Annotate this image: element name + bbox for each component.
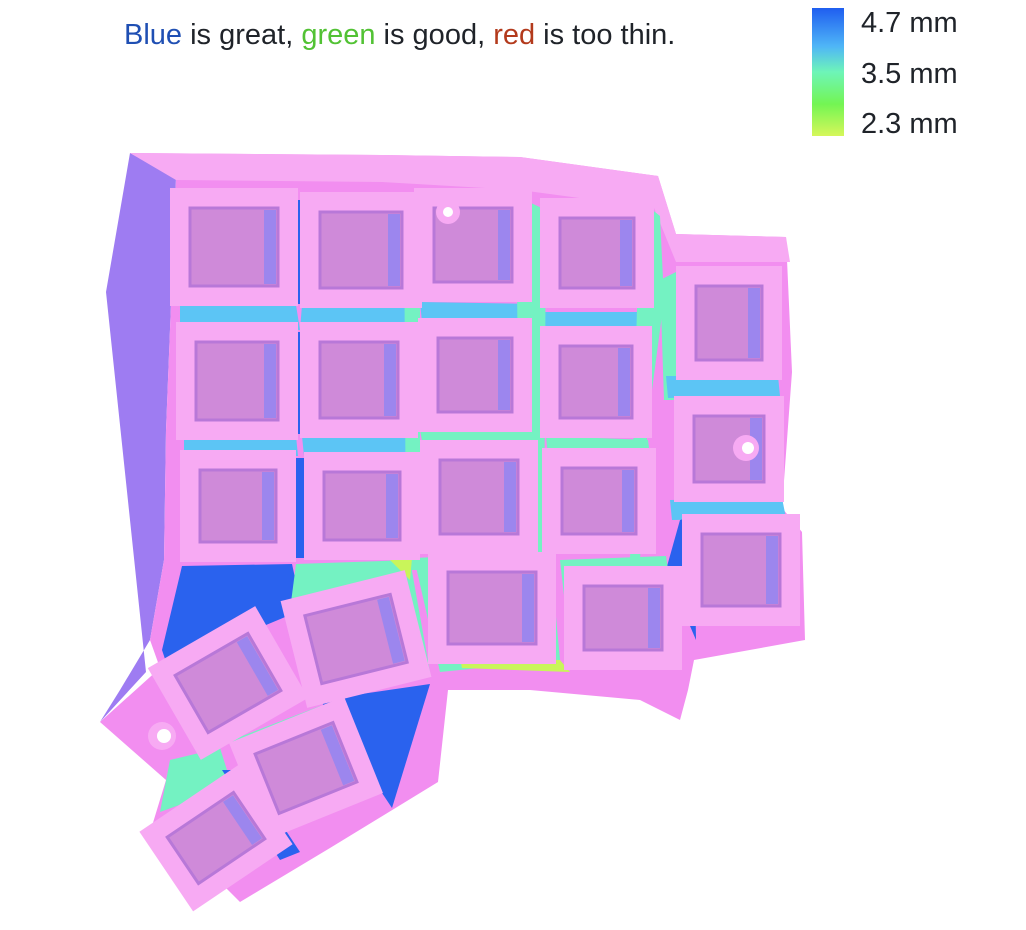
key-well <box>674 396 784 502</box>
key-well <box>418 318 532 432</box>
key-socket-lip <box>522 574 534 642</box>
screw-hole <box>742 442 754 454</box>
key-well <box>682 514 800 626</box>
key-well <box>420 440 538 554</box>
key-socket-lip <box>498 210 510 280</box>
key-well <box>300 322 418 438</box>
key-well <box>180 450 296 562</box>
key-socket-lip <box>264 344 276 418</box>
key-socket-lip <box>648 588 660 648</box>
key-well <box>542 448 656 554</box>
screw-hole <box>157 729 171 743</box>
key-well <box>540 198 654 308</box>
screw-hole <box>443 207 453 217</box>
key-socket-lip <box>262 472 274 540</box>
key-socket-lip <box>388 214 400 286</box>
screw-hole-right <box>733 435 759 461</box>
key-socket-lip <box>766 536 778 604</box>
key-socket-lip <box>618 348 630 416</box>
key-well <box>176 322 298 440</box>
keyboard-case-render[interactable] <box>0 0 1026 930</box>
key-socket-lip <box>504 462 516 532</box>
key-well <box>428 552 556 664</box>
key-socket-lip <box>620 220 632 286</box>
key-socket-lip <box>622 470 634 532</box>
key-well <box>170 188 298 306</box>
key-well <box>300 192 422 308</box>
key-socket-lip <box>498 340 510 410</box>
key-well <box>304 452 420 560</box>
key-socket-lip <box>384 344 396 416</box>
screw-hole-top <box>436 200 460 224</box>
key-wells <box>139 188 800 912</box>
key-well <box>676 266 782 380</box>
key-socket-lip <box>748 288 760 358</box>
key-well <box>564 566 682 670</box>
key-well <box>540 326 652 438</box>
screw-hole-thumb <box>148 722 176 750</box>
key-well <box>414 188 532 302</box>
key-socket-lip <box>264 210 276 284</box>
key-socket-lip <box>386 474 398 538</box>
